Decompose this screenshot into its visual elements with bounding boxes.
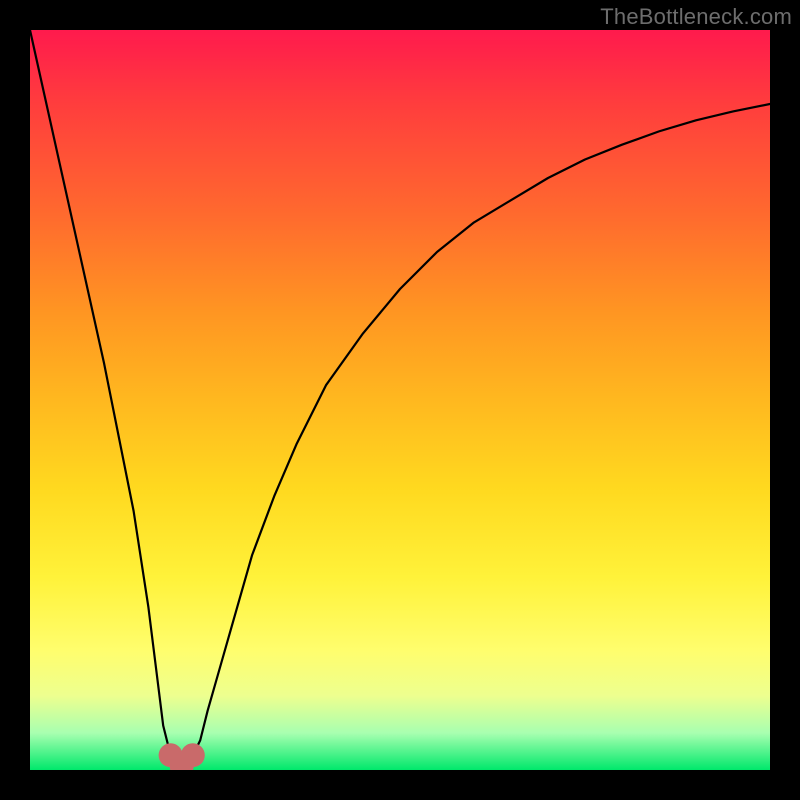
bottleneck-curve [30, 30, 770, 763]
chart-frame: TheBottleneck.com [0, 0, 800, 800]
watermark-text: TheBottleneck.com [600, 4, 792, 30]
plot-area [30, 30, 770, 770]
min-markers [159, 743, 205, 770]
bottleneck-curve-svg [30, 30, 770, 770]
